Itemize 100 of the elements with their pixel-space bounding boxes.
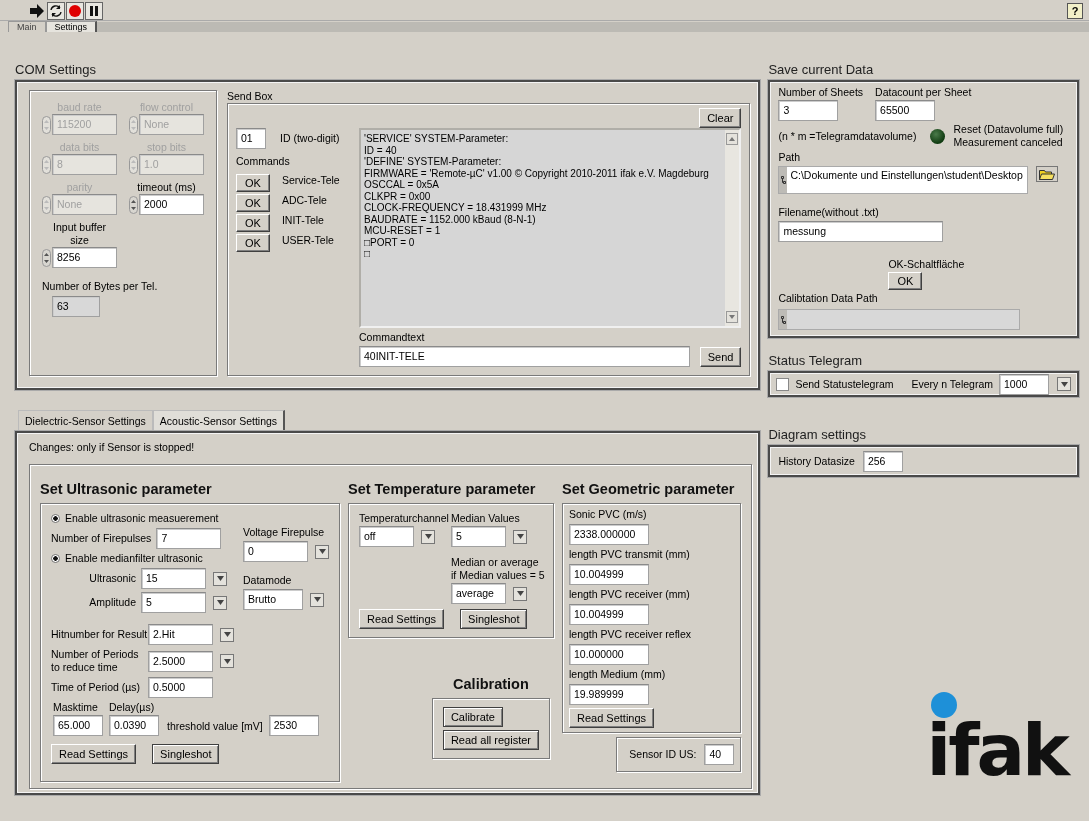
numeric-field[interactable]: 65500	[875, 100, 936, 121]
filename-field[interactable]: messung	[778, 221, 944, 242]
caret-icon	[216, 576, 224, 581]
field-label: Input buffer size	[52, 221, 107, 247]
send-button[interactable]: Send	[699, 346, 742, 367]
calibration-button[interactable]: Read all register	[442, 730, 539, 750]
dropdown-field[interactable]: 2.5000	[148, 650, 213, 672]
path-icon	[780, 176, 786, 184]
tab[interactable]: Settings	[45, 21, 98, 32]
numeric-field[interactable]: 19.989999	[569, 684, 649, 705]
numeric-field[interactable]: 10.004999	[569, 564, 649, 585]
radio-button[interactable]	[51, 514, 60, 523]
dropdown-field[interactable]: Brutto	[243, 589, 303, 610]
dropdown-field[interactable]: 5	[141, 592, 206, 613]
dropdown-button[interactable]	[310, 592, 324, 607]
radio-button[interactable]	[51, 554, 60, 563]
section-title: Save current Data	[768, 62, 875, 77]
dropdown-field[interactable]: 15	[141, 568, 206, 589]
scrollbar[interactable]	[725, 130, 740, 326]
caret-icon	[318, 549, 326, 554]
run-arrow-icon[interactable]	[28, 3, 46, 19]
logo: ifak	[926, 719, 1071, 781]
spinner-icon[interactable]	[42, 248, 51, 267]
browse-button[interactable]	[1036, 166, 1059, 182]
numeric-field[interactable]: 0.0390	[109, 715, 159, 736]
dropdown-field[interactable]: average	[451, 583, 506, 604]
command-button[interactable]: OK	[236, 234, 270, 252]
field-label: length PVC receiver (mm)	[569, 588, 690, 601]
read-settings-button[interactable]: Read Settings	[51, 744, 137, 764]
scroll-down-icon[interactable]	[726, 311, 739, 323]
numeric-field[interactable]: 256	[862, 450, 903, 472]
dropdown-button[interactable]	[513, 529, 527, 544]
dropdown-button[interactable]	[213, 595, 227, 610]
calibration-button[interactable]: Calibrate	[442, 707, 503, 727]
section-title: Set Temperature parameter	[348, 480, 537, 499]
command-text-field[interactable]: 40INIT-TELE	[359, 346, 690, 367]
numeric-field[interactable]: 8256	[52, 247, 117, 268]
dropdown-button[interactable]	[220, 627, 234, 642]
dropdown-button[interactable]	[1057, 377, 1071, 391]
numeric-field[interactable]: 2000	[139, 194, 204, 215]
spinner-icon[interactable]	[129, 195, 138, 214]
field-label: length Medium (mm)	[569, 668, 666, 681]
field-label: Delay(µs)	[109, 701, 155, 714]
numeric-field[interactable]: 10.000000	[569, 644, 649, 665]
dropdown-button[interactable]	[220, 654, 234, 668]
singleshot-button[interactable]: Singleshot	[460, 609, 528, 629]
id-field[interactable]: 01	[236, 128, 266, 149]
dropdown-button[interactable]	[315, 544, 329, 559]
tab[interactable]: Dielectric-Sensor Settings	[18, 410, 153, 431]
field-label: Time of Period (µs)	[51, 681, 142, 694]
section-title: Diagram settings	[768, 427, 867, 442]
command-button[interactable]: OK	[236, 174, 270, 192]
run-continuously-icon[interactable]	[47, 2, 65, 20]
command-label: ADC-Tele	[281, 194, 327, 207]
field-label: Voltage Firepulse	[243, 526, 325, 539]
caret-icon	[313, 597, 321, 602]
scroll-up-icon[interactable]	[726, 133, 739, 145]
field-label: ID (two-digit)	[280, 132, 340, 145]
numeric-field[interactable]: 40	[704, 744, 735, 765]
ok-button[interactable]: OK	[888, 272, 923, 290]
dropdown-field[interactable]: 1000	[999, 373, 1049, 395]
read-settings-button[interactable]: Read Settings	[569, 708, 655, 728]
read-settings-button[interactable]: Read Settings	[359, 609, 445, 629]
dropdown-field[interactable]: 0	[243, 541, 308, 562]
numeric-field[interactable]: 7	[156, 528, 222, 549]
numeric-field[interactable]: 65.000	[53, 715, 103, 736]
field-label: Datacount per Sheet	[875, 86, 972, 99]
abort-icon[interactable]	[66, 2, 84, 20]
numeric-field[interactable]: 2338.000000	[569, 524, 649, 545]
section-title: Set Ultrasonic parameter	[40, 480, 213, 499]
singleshot-button[interactable]: Singleshot	[152, 744, 220, 764]
response-line: FIRMWARE = 'Remote-µC' v1.00 © Copyright 2010-2011 ifak e.V. Magdeburg	[364, 167, 710, 179]
numeric-field[interactable]: 2530	[268, 715, 319, 736]
dropdown-button[interactable]	[213, 571, 227, 586]
path-field[interactable]: C:\Dokumente und Einstellungen\student\Desktop	[778, 166, 1029, 194]
pause-icon[interactable]	[85, 2, 103, 20]
section-title: Set Geometric parameter	[562, 480, 736, 499]
dropdown-field[interactable]: off	[359, 526, 414, 547]
help-button[interactable]: ?	[1067, 3, 1083, 19]
field-label: to reduce time	[51, 661, 119, 674]
checkbox[interactable]	[776, 377, 790, 391]
field-label: Temperaturchannel	[359, 512, 449, 525]
command-button[interactable]: OK	[236, 194, 270, 212]
numeric-field[interactable]: 10.004999	[569, 604, 649, 625]
command-button[interactable]: OK	[236, 214, 270, 232]
numeric-field[interactable]: 0.5000	[148, 677, 213, 698]
dropdown-button[interactable]	[513, 586, 527, 601]
dropdown-button[interactable]	[421, 529, 435, 544]
dropdown-field[interactable]: 2.Hit	[148, 624, 213, 645]
response-line: ID = 40	[364, 144, 398, 156]
dropdown-field[interactable]: 5	[451, 526, 506, 547]
caret-icon	[223, 658, 231, 664]
field-label: Number of Periods	[51, 648, 140, 661]
clear-button[interactable]: Clear	[699, 108, 742, 128]
tab[interactable]: Main	[8, 21, 46, 32]
response-line: □PORT = 0	[364, 236, 416, 248]
response-line: BAUDRATE = 1152.000 kBaud (8-N-1)	[364, 213, 537, 225]
caret-icon	[1060, 381, 1068, 387]
numeric-field[interactable]: 3	[778, 100, 839, 121]
response-textbox[interactable]	[359, 128, 742, 328]
